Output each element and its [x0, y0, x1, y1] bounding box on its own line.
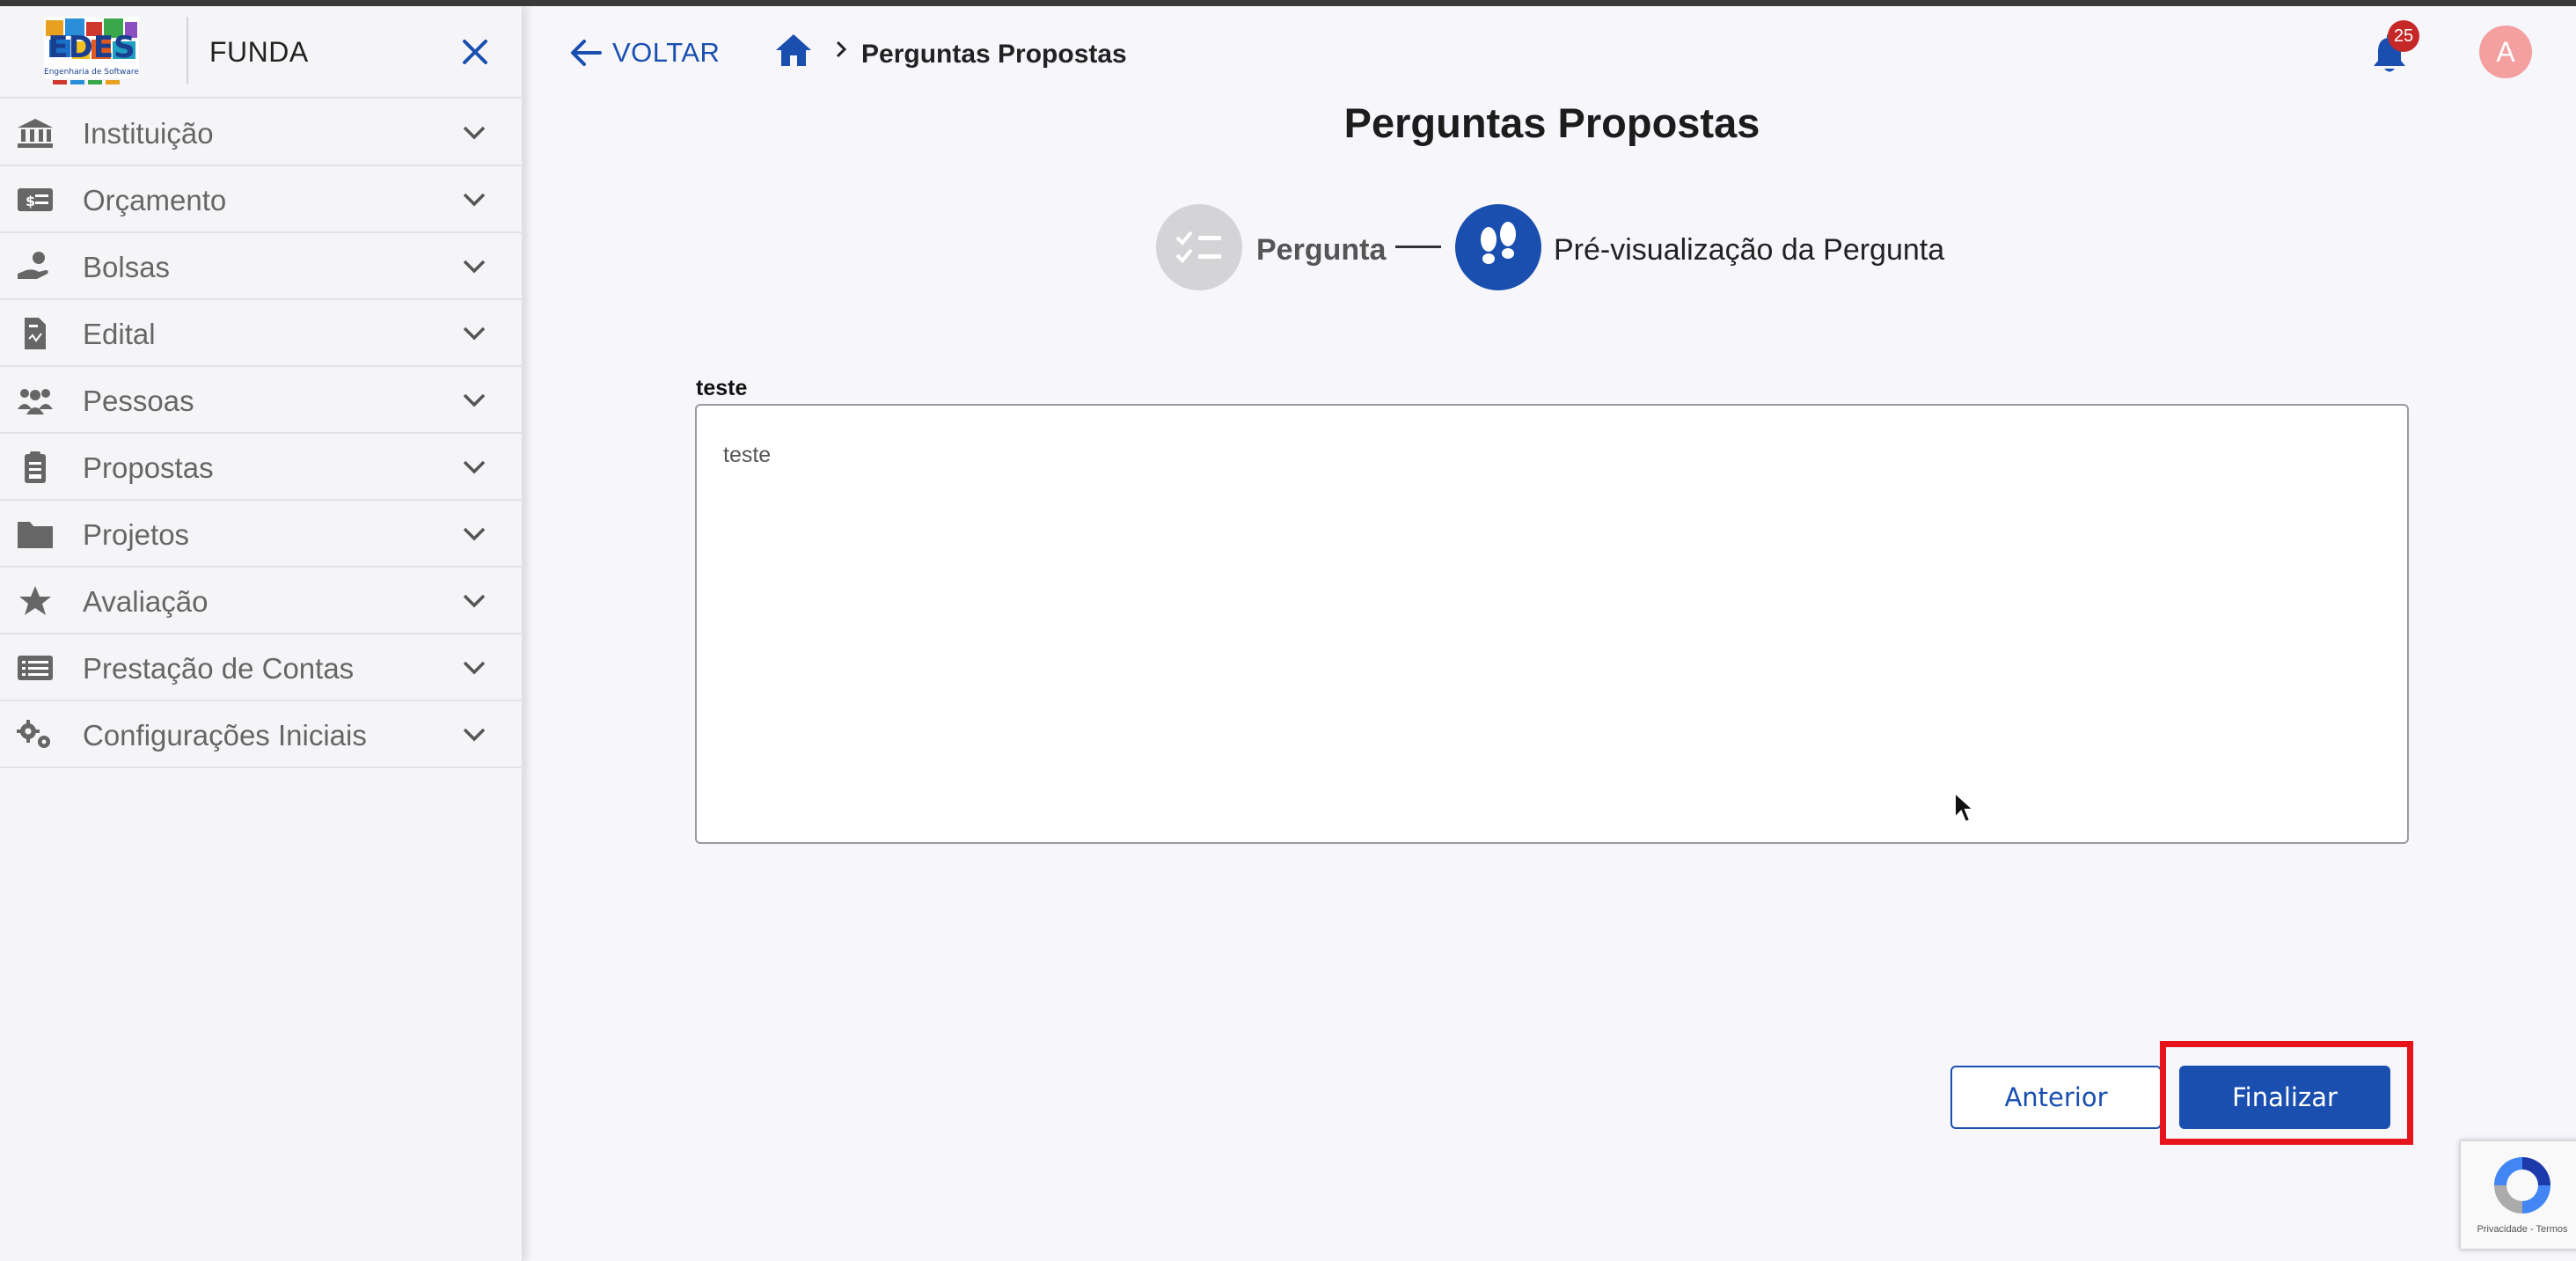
sidebar-item-label: Orçamento: [83, 184, 227, 216]
sidebar-item-label: Instituição: [83, 117, 214, 150]
sidebar-item-projetos[interactable]: Projetos: [0, 501, 523, 568]
chevron-down-icon: [463, 326, 486, 341]
sidebar-item-label: Prestação de Contas: [83, 652, 355, 685]
sidebar-item-orcamento[interactable]: $ Orçamento: [0, 166, 523, 233]
step-pergunta-circle: [1156, 204, 1242, 290]
svg-text:EDES: EDES: [48, 30, 135, 65]
chevron-down-icon: [463, 661, 486, 675]
chevron-down-icon: [463, 393, 486, 407]
main-content: VOLTAR Perguntas Propostas 25 A Pergunta…: [524, 6, 2576, 1261]
chevron-down-icon: [463, 126, 486, 140]
sidebar-item-propostas[interactable]: Propostas: [0, 434, 523, 501]
previous-button[interactable]: Anterior: [1950, 1066, 2162, 1129]
sidebar-item-prestacao-de-contas[interactable]: Prestação de Contas: [0, 634, 523, 701]
sidebar-item-label: Propostas: [83, 451, 214, 484]
close-icon[interactable]: [456, 33, 494, 71]
step-preview-label: Pré-visualização da Pergunta: [1554, 233, 1945, 267]
chevron-right-icon: [836, 40, 847, 58]
sidebar-item-edital[interactable]: Edital: [0, 300, 523, 367]
footprints-icon: [1481, 222, 1516, 264]
sidebar-menu: Instituição $ Orçamento Bolsas Edital Pe…: [0, 99, 523, 768]
chevron-down-icon: [463, 728, 486, 742]
star-icon: [19, 586, 51, 615]
sidebar-item-configuracoes-iniciais[interactable]: Configurações Iniciais: [0, 701, 523, 768]
question-label: teste: [696, 376, 748, 400]
people-icon: [18, 389, 53, 414]
notification-badge: 25: [2388, 20, 2419, 52]
page-title: Perguntas Propostas: [1343, 99, 1760, 146]
sidebar-item-avaliacao[interactable]: Avaliação: [0, 568, 523, 634]
step-connector: [1395, 246, 1441, 248]
chevron-down-icon: [463, 460, 486, 474]
sidebar: EDES Engenharia de Software FUNDA Instit…: [0, 6, 523, 1261]
recaptcha-links[interactable]: Privacidade - Termos: [2461, 1224, 2576, 1235]
sidebar-item-label: Edital: [83, 318, 156, 350]
hand-coin-icon: [18, 252, 48, 279]
avatar[interactable]: A: [2479, 26, 2532, 78]
sidebar-item-label: Configurações Iniciais: [83, 719, 367, 751]
sidebar-item-label: Projetos: [83, 518, 190, 551]
document-icon: [25, 318, 46, 349]
mouse-cursor-icon: [1954, 791, 1976, 824]
folder-icon: [18, 522, 53, 548]
sidebar-item-label: Bolsas: [83, 251, 171, 283]
step-preview-circle: [1455, 204, 1541, 290]
sidebar-item-instituicao[interactable]: Instituição: [0, 99, 523, 166]
back-button[interactable]: VOLTAR: [568, 33, 720, 73]
chevron-down-icon: [463, 527, 486, 541]
chevron-down-icon: [463, 594, 486, 608]
sidebar-item-pessoas[interactable]: Pessoas: [0, 367, 523, 434]
bank-icon: [18, 119, 53, 148]
sidebar-header-divider: [187, 17, 188, 84]
home-icon[interactable]: [774, 33, 813, 68]
sidebar-item-bolsas[interactable]: Bolsas: [0, 233, 523, 300]
back-label: VOLTAR: [612, 37, 721, 68]
arrow-left-icon: [571, 40, 602, 66]
sidebar-header: EDES Engenharia de Software FUNDA: [0, 6, 523, 99]
sidebar-title: FUNDA: [209, 36, 309, 68]
highlight-box: [2160, 1041, 2413, 1145]
money-card-icon: $: [18, 188, 53, 211]
window-top-bar: [0, 0, 2576, 6]
svg-text:Engenharia de Software: Engenharia de Software: [44, 68, 139, 77]
list-icon: [18, 656, 53, 680]
step-pergunta-label: Pergunta: [1256, 233, 1387, 267]
edes-logo: EDES Engenharia de Software: [44, 17, 139, 84]
question-answer-textarea[interactable]: teste: [695, 404, 2409, 844]
chevron-down-icon: [463, 260, 486, 274]
sidebar-item-label: Avaliação: [83, 585, 209, 618]
clipboard-icon: [25, 451, 46, 483]
chevron-down-icon: [463, 193, 486, 207]
svg-text:$: $: [26, 193, 35, 209]
gears-icon: [17, 720, 50, 748]
breadcrumb-current: Perguntas Propostas: [861, 40, 1127, 69]
recaptcha-badge[interactable]: Privacidade - Termos: [2460, 1140, 2576, 1250]
recaptcha-icon: [2494, 1157, 2550, 1213]
checklist-icon: [1175, 231, 1221, 263]
sidebar-item-label: Pessoas: [83, 385, 194, 417]
